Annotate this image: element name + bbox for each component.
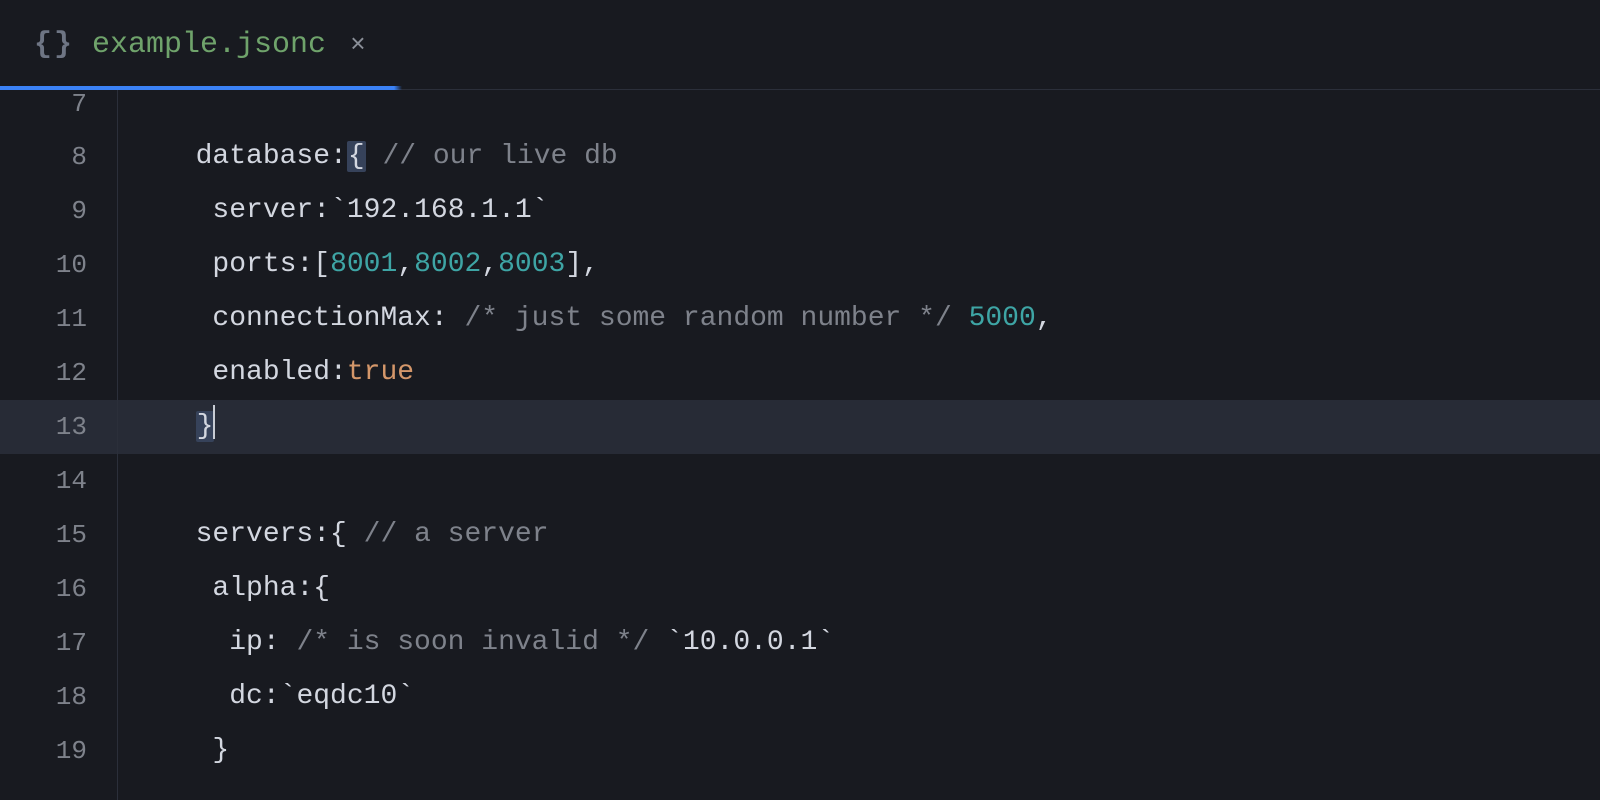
line-number: 9 bbox=[0, 184, 117, 238]
code-area[interactable]: database:{ // our live db server:`192.16… bbox=[118, 90, 1600, 800]
indent bbox=[162, 735, 212, 766]
json-key: ports bbox=[212, 249, 296, 280]
string-value: 10.0.0.1 bbox=[683, 627, 817, 658]
comment: // a server bbox=[364, 519, 549, 550]
code-line[interactable] bbox=[162, 90, 1600, 130]
line-number: 8 bbox=[0, 130, 117, 184]
json-key: database bbox=[196, 141, 330, 172]
brace-open: { bbox=[330, 519, 347, 550]
code-line[interactable]: ports:[8001,8002,8003], bbox=[162, 238, 1600, 292]
indent bbox=[162, 357, 212, 388]
code-line[interactable]: server:`192.168.1.1` bbox=[162, 184, 1600, 238]
comment: /* is soon invalid */ bbox=[296, 627, 649, 658]
indent bbox=[162, 519, 196, 550]
brace-open: { bbox=[347, 141, 366, 172]
close-icon[interactable]: × bbox=[350, 30, 366, 60]
line-number: 17 bbox=[0, 616, 117, 670]
brace-close: } bbox=[212, 735, 229, 766]
backtick: ` bbox=[280, 681, 297, 712]
line-number: 14 bbox=[0, 454, 117, 508]
json-key: connectionMax bbox=[212, 303, 430, 334]
bracket-open: [ bbox=[313, 249, 330, 280]
line-number: 12 bbox=[0, 346, 117, 400]
json-key: enabled bbox=[212, 357, 330, 388]
code-line[interactable]: enabled:true bbox=[162, 346, 1600, 400]
code-line[interactable]: connectionMax: /* just some random numbe… bbox=[162, 292, 1600, 346]
indent bbox=[162, 411, 196, 442]
boolean: true bbox=[347, 357, 414, 388]
number: 8001 bbox=[330, 249, 397, 280]
comma: , bbox=[1036, 303, 1053, 334]
editor[interactable]: 7 8 9 10 11 12 13 14 15 16 17 18 19 data… bbox=[0, 90, 1600, 800]
tab-filename: example.jsonc bbox=[92, 28, 326, 62]
comma: , bbox=[397, 249, 414, 280]
code-line[interactable]: } bbox=[162, 724, 1600, 778]
indent bbox=[162, 303, 212, 334]
comma: , bbox=[481, 249, 498, 280]
brace-open: { bbox=[313, 573, 330, 604]
indent bbox=[162, 249, 212, 280]
line-number: 16 bbox=[0, 562, 117, 616]
comment: /* just some random number */ bbox=[464, 303, 951, 334]
line-number-gutter: 7 8 9 10 11 12 13 14 15 16 17 18 19 bbox=[0, 90, 118, 800]
line-number: 19 bbox=[0, 724, 117, 778]
indent bbox=[162, 573, 212, 604]
indent bbox=[162, 681, 229, 712]
tab-bar: {} example.jsonc × bbox=[0, 0, 1600, 90]
code-line[interactable]: database:{ // our live db bbox=[162, 130, 1600, 184]
number: 8003 bbox=[498, 249, 565, 280]
code-line[interactable] bbox=[162, 454, 1600, 508]
indent bbox=[162, 627, 229, 658]
string-value: eqdc10 bbox=[296, 681, 397, 712]
brace-close: } bbox=[196, 411, 215, 442]
tab-example-jsonc[interactable]: {} example.jsonc × bbox=[0, 0, 394, 89]
json-key: ip bbox=[229, 627, 263, 658]
number: 8002 bbox=[414, 249, 481, 280]
json-key: dc bbox=[229, 681, 263, 712]
json-key: server bbox=[212, 195, 313, 226]
indent bbox=[162, 195, 212, 226]
backtick: ` bbox=[397, 681, 414, 712]
backtick: ` bbox=[532, 195, 549, 226]
backtick: ` bbox=[330, 195, 347, 226]
comma: , bbox=[582, 249, 599, 280]
indent bbox=[162, 141, 196, 172]
code-line[interactable]: ip: /* is soon invalid */ `10.0.0.1` bbox=[162, 616, 1600, 670]
code-line[interactable]: alpha:{ bbox=[162, 562, 1600, 616]
braces-icon: {} bbox=[34, 28, 74, 62]
line-number: 13 bbox=[0, 400, 117, 454]
backtick: ` bbox=[817, 627, 834, 658]
comment: // our live db bbox=[382, 141, 617, 172]
number: 5000 bbox=[969, 303, 1036, 334]
line-number: 10 bbox=[0, 238, 117, 292]
string-value: 192.168.1.1 bbox=[347, 195, 532, 226]
code-line[interactable]: servers:{ // a server bbox=[162, 508, 1600, 562]
text-cursor bbox=[213, 405, 215, 439]
json-key: servers bbox=[196, 519, 314, 550]
backtick: ` bbox=[666, 627, 683, 658]
bracket-close: ] bbox=[565, 249, 582, 280]
line-number: 15 bbox=[0, 508, 117, 562]
code-line[interactable]: dc:`eqdc10` bbox=[162, 670, 1600, 724]
line-number: 11 bbox=[0, 292, 117, 346]
code-line-active[interactable]: } bbox=[162, 400, 1600, 454]
line-number: 18 bbox=[0, 670, 117, 724]
json-key: alpha bbox=[212, 573, 296, 604]
line-number: 7 bbox=[0, 90, 117, 130]
